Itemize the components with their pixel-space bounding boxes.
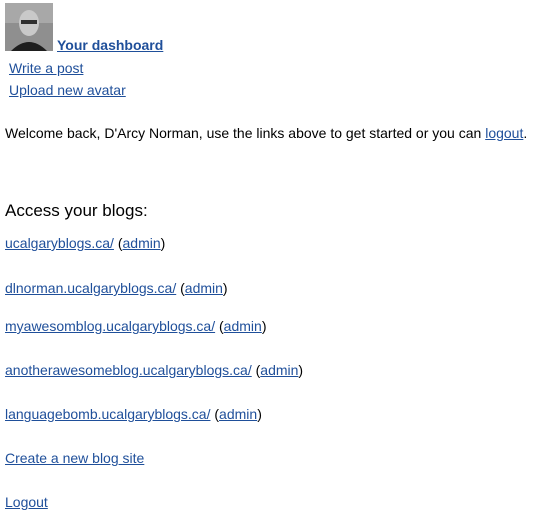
blog-url-link[interactable]: myawesomblog.ucalgaryblogs.ca/ xyxy=(5,318,215,334)
paren-close: ) xyxy=(298,362,304,378)
blog-row: languagebomb.ucalgaryblogs.ca/ (admin) xyxy=(5,406,262,422)
write-post-link[interactable]: Write a post xyxy=(9,60,83,76)
blog-row: ucalgaryblogs.ca/ (admin) xyxy=(5,235,165,251)
paren-close: ) xyxy=(261,318,267,334)
blogs-heading: Access your blogs: xyxy=(5,201,148,220)
paren-close: ) xyxy=(160,235,166,251)
upload-avatar-link[interactable]: Upload new avatar xyxy=(9,82,126,98)
welcome-text: Welcome back, D'Arcy Norman, use the lin… xyxy=(5,125,486,141)
blog-url-link[interactable]: languagebomb.ucalgaryblogs.ca/ xyxy=(5,406,210,422)
blog-admin-link[interactable]: admin xyxy=(185,280,223,296)
user-avatar xyxy=(5,3,53,51)
blog-url-link[interactable]: ucalgaryblogs.ca/ xyxy=(5,235,114,251)
welcome-message: Welcome back, D'Arcy Norman, use the lin… xyxy=(5,125,553,141)
welcome-period: . xyxy=(523,125,528,141)
blog-row: myawesomblog.ucalgaryblogs.ca/ (admin) xyxy=(5,318,266,334)
logout-link[interactable]: Logout xyxy=(5,494,48,510)
dashboard-link[interactable]: Your dashboard xyxy=(57,37,163,53)
paren-close: ) xyxy=(257,406,262,422)
blog-admin-link[interactable]: admin xyxy=(219,406,257,422)
blog-admin-link[interactable]: admin xyxy=(260,362,298,378)
blog-url-link[interactable]: dlnorman.ucalgaryblogs.ca/ xyxy=(5,280,176,296)
avatar-photo-icon xyxy=(5,3,53,51)
create-blog-link[interactable]: Create a new blog site xyxy=(5,450,144,466)
blog-url-link[interactable]: anotherawesomeblog.ucalgaryblogs.ca/ xyxy=(5,362,252,378)
blog-row: anotherawesomeblog.ucalgaryblogs.ca/ (ad… xyxy=(5,362,303,378)
paren-close: ) xyxy=(222,280,228,296)
blog-admin-link[interactable]: admin xyxy=(123,235,161,251)
blog-row: dlnorman.ucalgaryblogs.ca/ (admin) xyxy=(5,280,228,296)
blog-admin-link[interactable]: admin xyxy=(224,318,262,334)
welcome-logout-link[interactable]: logout xyxy=(485,125,523,141)
